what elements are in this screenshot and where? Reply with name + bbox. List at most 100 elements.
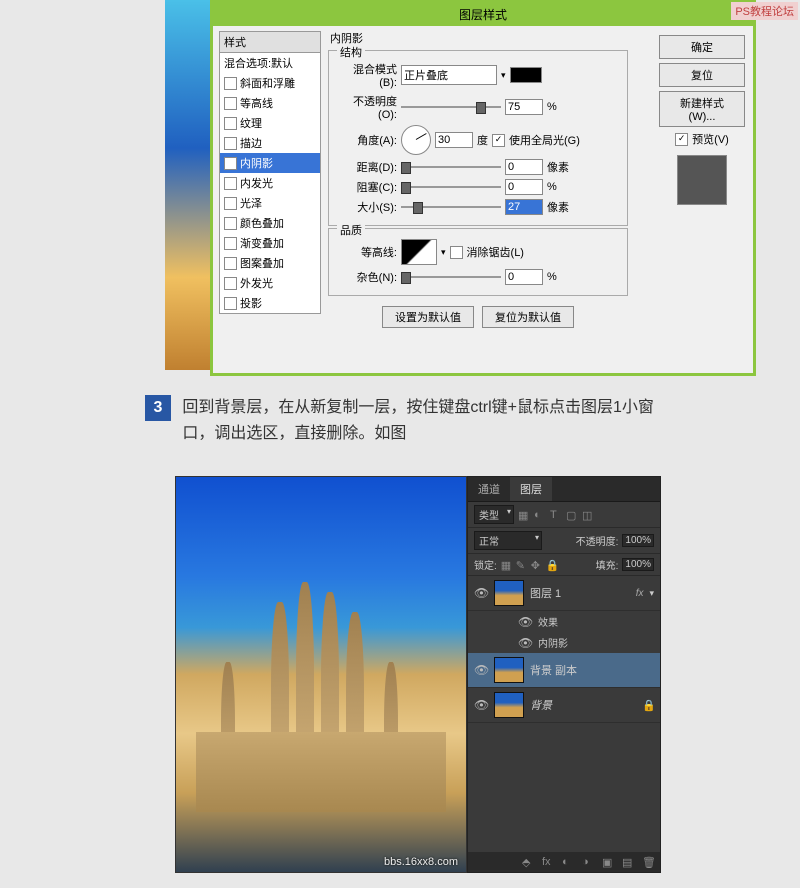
opacity-input[interactable]: 75 xyxy=(505,99,543,115)
checkbox-icon[interactable] xyxy=(224,97,237,110)
layer-item-bg-copy[interactable]: 👁 背景 副本 xyxy=(468,653,660,688)
fx-badge[interactable]: fx xyxy=(636,588,644,599)
new-style-button[interactable]: 新建样式(W)... xyxy=(659,91,745,127)
quality-label: 品质 xyxy=(337,222,365,238)
angle-dial[interactable] xyxy=(401,125,431,155)
blend-mode-select[interactable]: 正片叠底 xyxy=(401,65,497,85)
blend-options-default[interactable]: 混合选项:默认 xyxy=(220,53,320,73)
tab-channels[interactable]: 通道 xyxy=(468,477,510,501)
distance-label: 距离(D): xyxy=(337,159,397,175)
distance-input[interactable]: 0 xyxy=(505,159,543,175)
noise-input[interactable]: 0 xyxy=(505,269,543,285)
style-inner-shadow[interactable]: 内阴影 xyxy=(220,153,320,173)
style-satin[interactable]: 光泽 xyxy=(220,193,320,213)
visibility-icon[interactable]: 👁 xyxy=(474,698,488,712)
choke-input[interactable]: 0 xyxy=(505,179,543,195)
distance-slider[interactable] xyxy=(401,160,501,174)
style-drop-shadow[interactable]: 投影 xyxy=(220,293,320,313)
style-bevel[interactable]: 斜面和浮雕 xyxy=(220,73,320,93)
visibility-icon[interactable]: 👁 xyxy=(518,636,532,650)
checkbox-icon[interactable] xyxy=(224,157,237,170)
checkbox-icon[interactable] xyxy=(224,137,237,150)
choke-slider[interactable] xyxy=(401,180,501,194)
layer-thumbnail[interactable] xyxy=(494,580,524,606)
filter-type-select[interactable]: 类型 xyxy=(474,505,514,524)
visibility-icon[interactable]: 👁 xyxy=(518,615,532,629)
checkbox-icon[interactable] xyxy=(224,277,237,290)
layer-name: 背景 xyxy=(530,697,636,713)
blend-mode-select[interactable]: 正常 xyxy=(474,531,542,550)
noise-slider[interactable] xyxy=(401,270,501,284)
shape-filter-icon[interactable]: ▢ xyxy=(566,509,578,521)
style-gradient-overlay[interactable]: 渐变叠加 xyxy=(220,233,320,253)
set-default-button[interactable]: 设置为默认值 xyxy=(382,306,474,328)
lock-icon: 🔒 xyxy=(642,699,654,711)
section-title: 内阴影 xyxy=(330,30,628,46)
image-filter-icon[interactable]: ▦ xyxy=(518,509,530,521)
color-swatch[interactable] xyxy=(510,67,542,83)
step-number: 3 xyxy=(145,395,171,421)
antialias-checkbox[interactable] xyxy=(450,246,463,259)
link-icon[interactable]: ⬘ xyxy=(522,856,534,868)
inner-shadow-effect-row[interactable]: 👁内阴影 xyxy=(468,632,660,653)
style-color-overlay[interactable]: 颜色叠加 xyxy=(220,213,320,233)
smart-filter-icon[interactable]: ◫ xyxy=(582,509,594,521)
style-outer-glow[interactable]: 外发光 xyxy=(220,273,320,293)
size-label: 大小(S): xyxy=(337,199,397,215)
text-filter-icon[interactable]: T xyxy=(550,509,562,521)
style-contour[interactable]: 等高线 xyxy=(220,93,320,113)
tab-layers[interactable]: 图层 xyxy=(510,477,552,501)
contour-picker[interactable] xyxy=(401,239,437,265)
visibility-icon[interactable]: 👁 xyxy=(474,663,488,677)
checkbox-icon[interactable] xyxy=(224,77,237,90)
lower-section: bbs.16xx8.com 通道 图层 类型 ▦ ◐ T ▢ ◫ 正常 不透明度… xyxy=(175,476,661,873)
layer-thumbnail[interactable] xyxy=(494,692,524,718)
chevron-down-icon[interactable]: ▾ xyxy=(649,588,654,599)
trash-icon[interactable]: 🗑 xyxy=(642,856,654,868)
style-stroke[interactable]: 描边 xyxy=(220,133,320,153)
visibility-icon[interactable]: 👁 xyxy=(474,586,488,600)
layer-item-layer1[interactable]: 👁 图层 1 fx ▾ xyxy=(468,576,660,611)
chevron-down-icon: ▾ xyxy=(501,70,506,81)
layer-item-bg[interactable]: 👁 背景 🔒 xyxy=(468,688,660,723)
size-slider[interactable] xyxy=(401,200,501,214)
checkbox-icon[interactable] xyxy=(224,217,237,230)
checkbox-icon[interactable] xyxy=(224,177,237,190)
watermark-top: PS教程论坛 xyxy=(731,2,798,20)
lock-all-icon[interactable]: 🔒 xyxy=(546,559,558,571)
adjust-filter-icon[interactable]: ◐ xyxy=(534,509,546,521)
checkbox-icon[interactable] xyxy=(224,257,237,270)
fill-value[interactable]: 100% xyxy=(622,558,654,571)
mask-icon[interactable]: ◐ xyxy=(562,856,574,868)
inner-shadow-settings: 内阴影 结构 混合模式(B):正片叠底▾ 不透明度(O):75% 角度(A):3… xyxy=(328,28,628,332)
lock-paint-icon[interactable]: ✎ xyxy=(516,559,528,571)
image-preview-strip xyxy=(165,0,210,370)
style-inner-glow[interactable]: 内发光 xyxy=(220,173,320,193)
style-pattern-overlay[interactable]: 图案叠加 xyxy=(220,253,320,273)
lock-transparency-icon[interactable]: ▦ xyxy=(501,559,513,571)
group-icon[interactable]: ▣ xyxy=(602,856,614,868)
effects-row[interactable]: 👁效果 xyxy=(468,611,660,632)
new-layer-icon[interactable]: ▤ xyxy=(622,856,634,868)
fx-icon[interactable]: fx xyxy=(542,856,554,868)
opacity-value[interactable]: 100% xyxy=(622,534,654,547)
style-texture[interactable]: 纹理 xyxy=(220,113,320,133)
global-light-checkbox[interactable] xyxy=(492,134,505,147)
checkbox-icon[interactable] xyxy=(224,297,237,310)
preview-checkbox[interactable] xyxy=(675,133,688,146)
preview-swatch xyxy=(677,155,727,205)
layers-panel: 通道 图层 类型 ▦ ◐ T ▢ ◫ 正常 不透明度: 100% 锁定: ▦ ✎… xyxy=(467,476,661,873)
noise-label: 杂色(N): xyxy=(337,269,397,285)
ok-button[interactable]: 确定 xyxy=(659,35,745,59)
size-input[interactable]: 27 xyxy=(505,199,543,215)
checkbox-icon[interactable] xyxy=(224,197,237,210)
restore-default-button[interactable]: 复位为默认值 xyxy=(482,306,574,328)
checkbox-icon[interactable] xyxy=(224,117,237,130)
checkbox-icon[interactable] xyxy=(224,237,237,250)
adjustment-icon[interactable]: ◑ xyxy=(582,856,594,868)
opacity-slider[interactable] xyxy=(401,100,501,114)
angle-input[interactable]: 30 xyxy=(435,132,473,148)
cancel-button[interactable]: 复位 xyxy=(659,63,745,87)
lock-position-icon[interactable]: ✥ xyxy=(531,559,543,571)
layer-thumbnail[interactable] xyxy=(494,657,524,683)
